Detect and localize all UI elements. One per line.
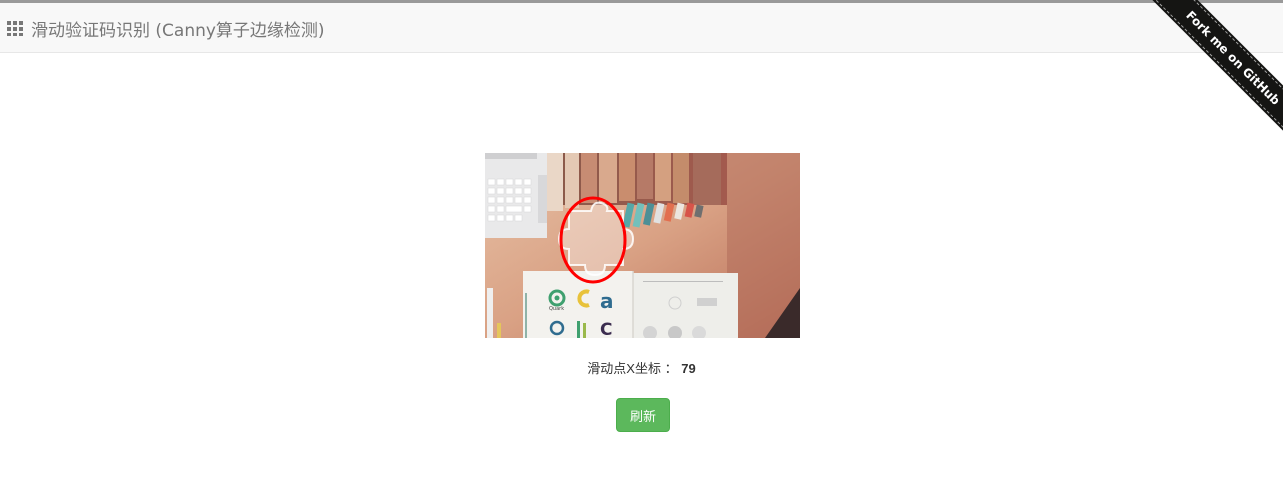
captcha-image: a Quark C [485,153,800,338]
svg-text:C: C [600,320,612,338]
x-coordinate-readout: 滑动点X坐标 ： 79 [0,358,1283,377]
svg-text:Quark: Quark [549,306,564,312]
x-coordinate-label: 滑动点X坐标 ： [587,361,678,376]
grid-icon [7,21,23,36]
fork-me-on-github-ribbon[interactable]: Fork me on GitHub [1152,0,1283,139]
captcha-illustration: a Quark C [485,153,800,338]
page-title: 滑动验证码识别 (Canny算子边缘检测) [31,20,325,41]
github-ribbon-container: Fork me on GitHub [1133,0,1283,150]
navbar: 滑动验证码识别 (Canny算子边缘检测) [0,3,1283,53]
svg-text:a: a [600,289,614,313]
brand-link[interactable]: 滑动验证码识别 (Canny算子边缘检测) [7,3,325,53]
x-coordinate-value: 79 [681,361,696,376]
refresh-button[interactable]: 刷新 [616,398,670,432]
